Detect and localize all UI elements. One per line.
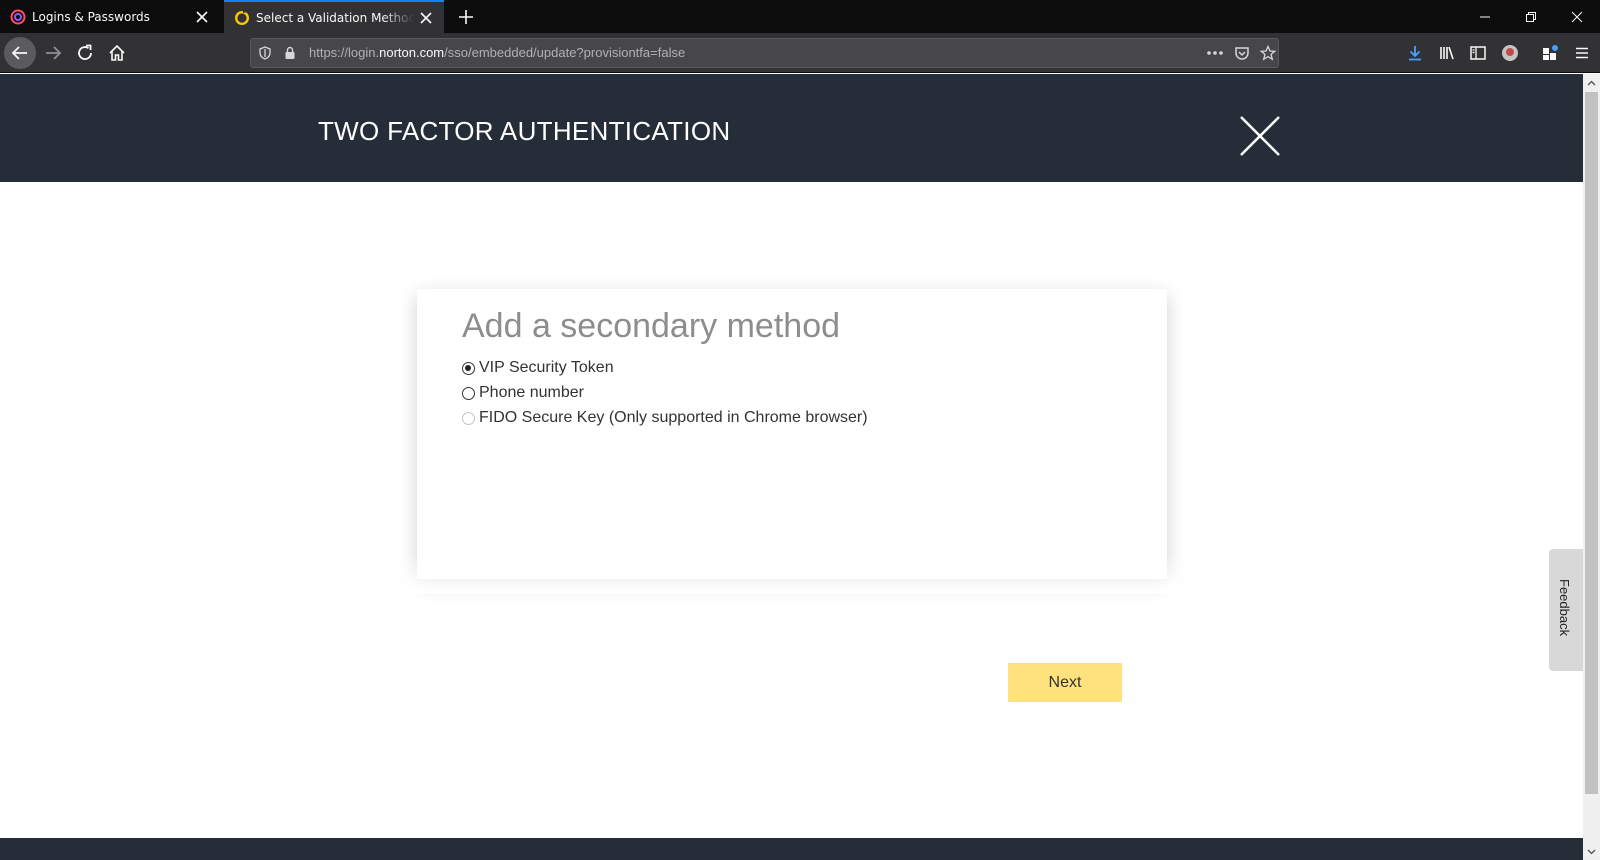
extensions-button[interactable]: [1538, 41, 1562, 65]
minimize-button[interactable]: [1462, 0, 1508, 33]
avatar-icon: [1502, 45, 1518, 61]
account-button[interactable]: [1498, 41, 1522, 65]
url-path: /sso/embedded/update?provisiontfa=false: [444, 45, 686, 60]
address-bar[interactable]: https://login.norton.com/sso/embedded/up…: [250, 38, 1279, 68]
option-phone-number[interactable]: Phone number: [462, 382, 584, 404]
restore-icon: [1526, 11, 1536, 22]
next-button[interactable]: Next: [1008, 663, 1122, 702]
card-fade: [405, 554, 1180, 594]
tab-bar: Logins & Passwords Select a Validation M…: [0, 0, 1600, 33]
radio-vip-security-token[interactable]: [462, 361, 475, 375]
home-button[interactable]: [101, 37, 133, 69]
page-title: TWO FACTOR AUTHENTICATION: [318, 116, 731, 146]
tracking-shield-icon[interactable]: [257, 45, 273, 61]
tab-title: Logins & Passwords: [32, 9, 150, 24]
bookmark-star-icon[interactable]: [1260, 45, 1276, 61]
home-icon: [109, 44, 125, 61]
puzzle-icon: [1543, 45, 1558, 60]
sidebar-icon: [1470, 46, 1486, 60]
tab-title: Select a Validation Method - Of: [256, 10, 414, 25]
pocket-icon[interactable]: [1234, 45, 1250, 61]
reload-button[interactable]: [69, 37, 101, 69]
page-actions-icon[interactable]: [1205, 45, 1225, 61]
close-dialog-button[interactable]: [1238, 114, 1282, 158]
url-prefix: https://login.: [309, 45, 380, 60]
close-tab-icon[interactable]: [190, 5, 214, 29]
norton-icon: [234, 9, 250, 26]
web-page: TWO FACTOR AUTHENTICATION Add a secondar…: [0, 74, 1583, 860]
feedback-label: Feedback: [1557, 579, 1572, 637]
page-footer: [0, 838, 1583, 860]
card-title: Add a secondary method: [462, 307, 841, 345]
reload-icon: [78, 44, 92, 60]
sidebar-button[interactable]: [1466, 41, 1490, 65]
plus-icon: [459, 10, 473, 24]
library-icon: [1440, 46, 1454, 60]
scroll-up-icon[interactable]: [1583, 74, 1600, 91]
lock-icon[interactable]: [282, 45, 298, 61]
scroll-down-icon[interactable]: [1583, 843, 1600, 860]
arrow-left-icon: [11, 46, 27, 60]
new-tab-button[interactable]: [452, 4, 480, 30]
close-tab-icon[interactable]: [414, 6, 438, 30]
option-label: FIDO Secure Key (Only supported in Chrom…: [479, 409, 868, 426]
tab-logins-passwords[interactable]: Logins & Passwords: [0, 0, 220, 33]
back-button[interactable]: [4, 37, 36, 69]
option-label: VIP Security Token: [479, 359, 614, 376]
option-fido-secure-key: FIDO Secure Key (Only supported in Chrom…: [462, 407, 868, 429]
library-button[interactable]: [1435, 41, 1459, 65]
logins-icon: [10, 9, 26, 25]
url-domain: norton.com: [379, 45, 445, 60]
page-scrollbar[interactable]: [1583, 74, 1600, 860]
menu-button[interactable]: [1570, 41, 1594, 65]
method-card: Add a secondary method VIP Security Toke…: [417, 289, 1167, 579]
navigation-toolbar: https://login.norton.com/sso/embedded/up…: [0, 33, 1600, 73]
option-vip-security-token[interactable]: VIP Security Token: [462, 357, 614, 379]
scroll-thumb[interactable]: [1585, 92, 1598, 794]
close-window-button[interactable]: [1554, 0, 1600, 33]
hamburger-icon: [1576, 47, 1588, 59]
arrow-right-icon: [46, 46, 62, 60]
page-header: TWO FACTOR AUTHENTICATION: [0, 74, 1583, 182]
downloads-button[interactable]: [1403, 41, 1427, 65]
close-icon: [1240, 116, 1280, 156]
forward-button[interactable]: [37, 37, 69, 69]
radio-phone-number[interactable]: [462, 386, 475, 400]
download-icon: [1409, 46, 1421, 61]
restore-button[interactable]: [1508, 0, 1554, 33]
radio-fido-secure-key: [462, 411, 475, 425]
minimize-icon: [1480, 16, 1490, 17]
url-text: https://login.norton.com/sso/embedded/up…: [309, 39, 685, 67]
option-label: Phone number: [479, 384, 584, 401]
feedback-tab[interactable]: Feedback: [1549, 549, 1583, 671]
tab-select-validation-method[interactable]: Select a Validation Method - Of: [224, 0, 444, 33]
close-icon: [1571, 11, 1583, 22]
